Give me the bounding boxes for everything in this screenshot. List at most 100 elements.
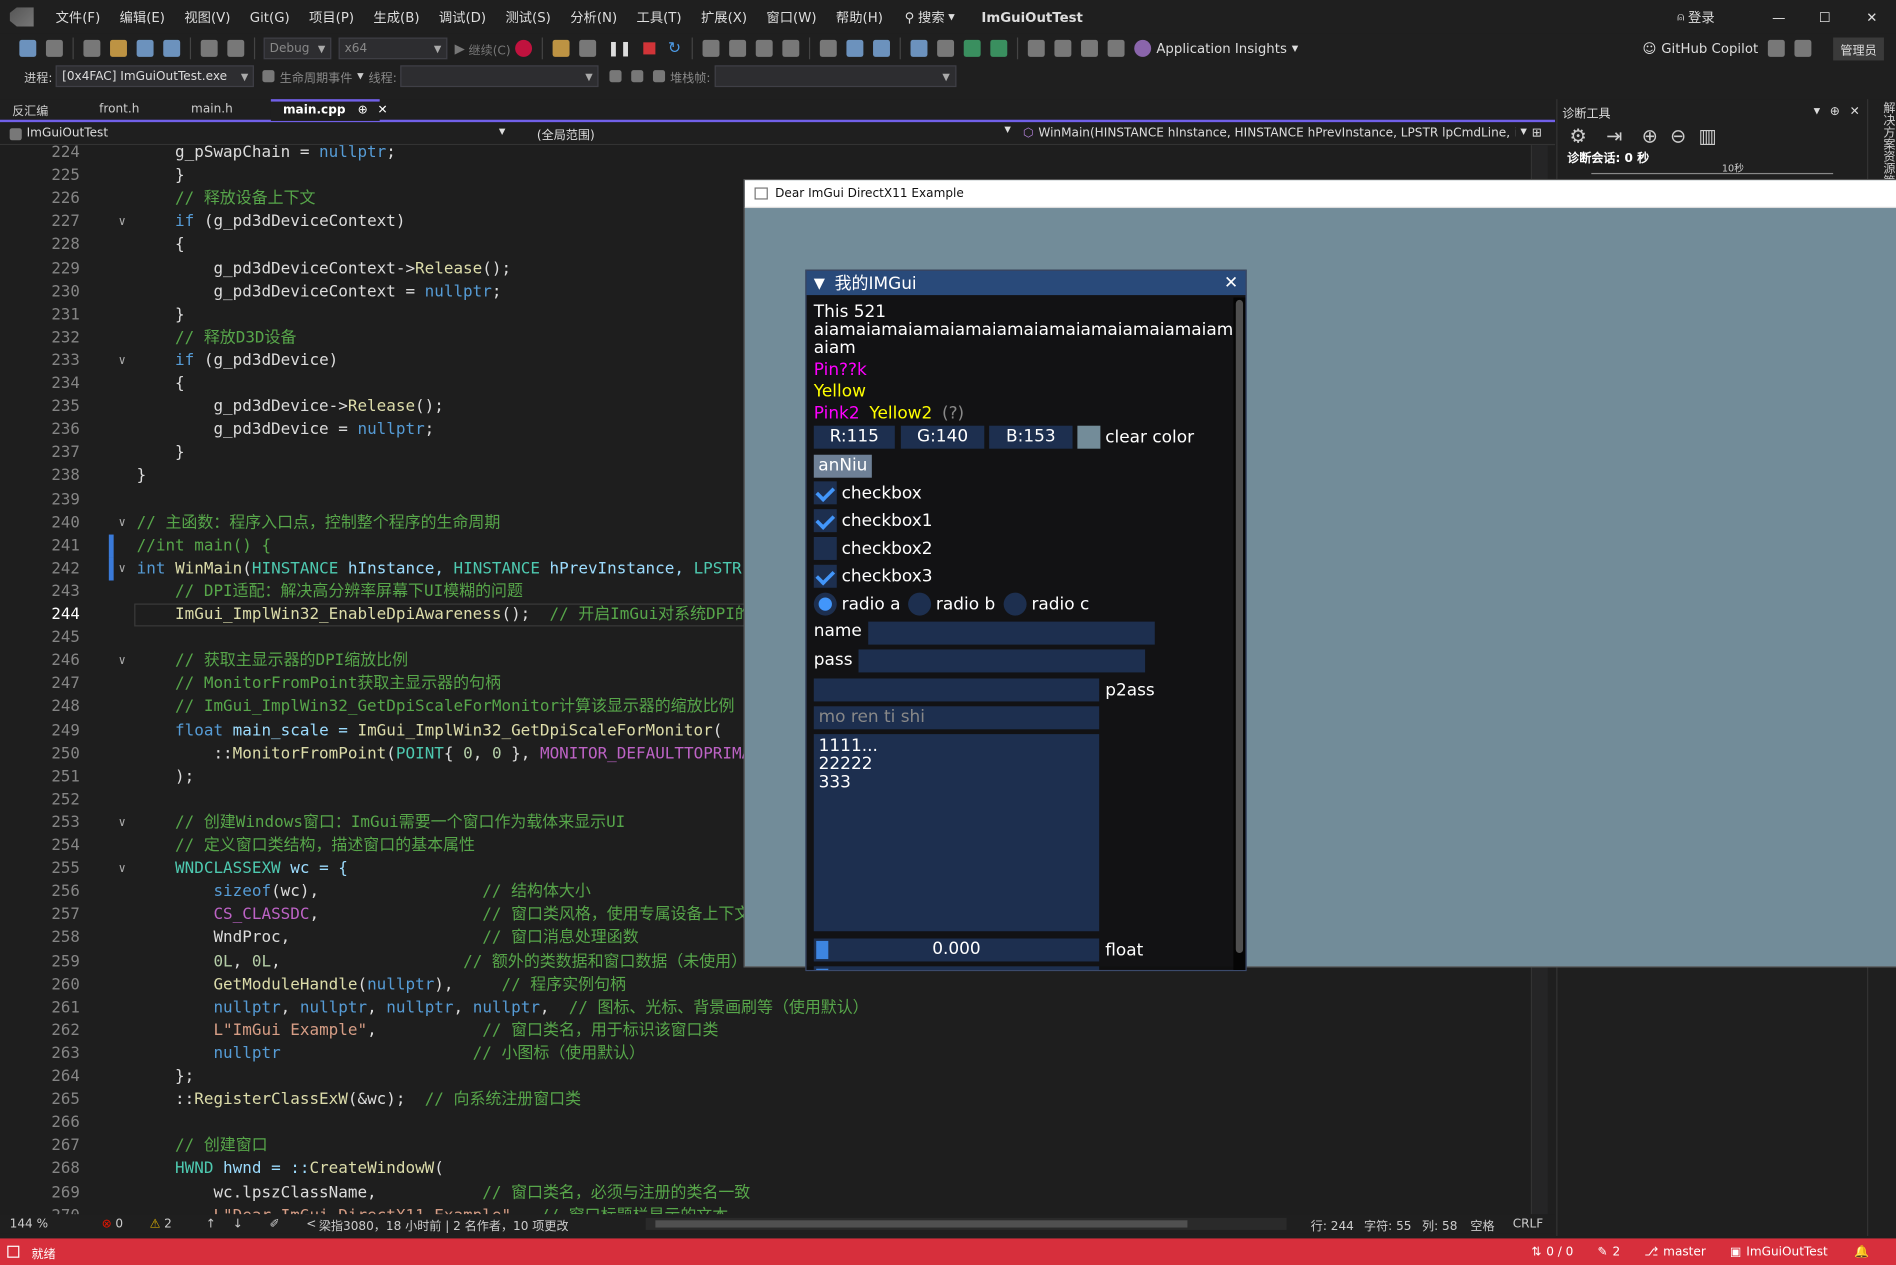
- platform-dropdown[interactable]: x64 ▼: [338, 37, 448, 60]
- function-dropdown[interactable]: WinMain(HINSTANCE hInstance, HINSTANCE h…: [1038, 127, 1527, 140]
- maximize-button[interactable]: ☐: [1802, 9, 1848, 25]
- scrollbar-grab[interactable]: [1235, 299, 1244, 954]
- save-icon[interactable]: [136, 39, 154, 57]
- menu-item[interactable]: 编辑(E): [110, 7, 175, 26]
- save-all-icon[interactable]: [163, 39, 181, 57]
- fold-toggle-icon[interactable]: ∨: [119, 211, 126, 234]
- menu-item[interactable]: 扩展(X): [691, 7, 756, 26]
- menu-item[interactable]: 生成(B): [364, 7, 429, 26]
- fold-toggle-icon[interactable]: ∨: [119, 511, 126, 534]
- step-into-icon[interactable]: [729, 39, 747, 57]
- p2ass-input[interactable]: [813, 678, 1100, 702]
- pin-icon[interactable]: ⊕: [1830, 105, 1840, 118]
- menu-item[interactable]: 分析(N): [561, 7, 627, 26]
- radio-button[interactable]: [1003, 592, 1027, 616]
- code-line[interactable]: 266: [0, 1112, 1536, 1135]
- zoom-in-icon[interactable]: ⊕: [1642, 124, 1658, 147]
- login-button[interactable]: 登录: [1688, 7, 1715, 26]
- gear-icon[interactable]: ⚙: [1570, 124, 1587, 147]
- zoom-out-icon[interactable]: ⊖: [1670, 124, 1686, 147]
- step-out-icon[interactable]: [782, 39, 800, 57]
- search-box[interactable]: ⚲ 搜索 ▼: [905, 7, 955, 26]
- menu-item[interactable]: 测试(S): [496, 7, 561, 26]
- forward-icon[interactable]: [45, 39, 63, 57]
- line-ending[interactable]: CRLF: [1513, 1217, 1544, 1230]
- imgui-window[interactable]: ▼ 我的IMGui ✕ This 521 aiamaiamaiamaiamaia…: [805, 269, 1247, 972]
- flag-icon[interactable]: [609, 70, 622, 83]
- stack-icon[interactable]: [653, 70, 666, 83]
- lifecycle-events-button[interactable]: 生命周期事件: [280, 67, 353, 85]
- tab-main-h[interactable]: main.h: [179, 99, 271, 121]
- browse-icon[interactable]: [552, 39, 570, 57]
- cleanup-icon[interactable]: ✐: [270, 1217, 280, 1230]
- code-line[interactable]: 264 };: [0, 1065, 1536, 1088]
- restart-icon[interactable]: ↻: [668, 39, 681, 57]
- fold-toggle-icon[interactable]: ∨: [119, 557, 126, 580]
- continue-button[interactable]: 继续(C): [469, 39, 511, 57]
- feedback-icon[interactable]: [1794, 39, 1812, 57]
- menu-item[interactable]: 工具(T): [627, 7, 691, 26]
- checkbox-box[interactable]: [813, 509, 837, 533]
- chevron-left-icon[interactable]: <: [306, 1217, 316, 1230]
- checkbox-box[interactable]: [813, 481, 837, 505]
- threads-icon[interactable]: [873, 39, 891, 57]
- clear-bookmark-icon[interactable]: [1107, 39, 1125, 57]
- radio-button[interactable]: [813, 592, 837, 616]
- imgui-scrollbar[interactable]: [1233, 297, 1246, 970]
- project-dropdown[interactable]: ImGuiOutTest ▼: [27, 127, 511, 140]
- menu-item[interactable]: 调试(D): [429, 7, 496, 26]
- code-line[interactable]: 260 GetModuleHandle(nullptr), // 程序实例句柄: [0, 973, 1536, 996]
- share-icon[interactable]: [1767, 39, 1785, 57]
- float-slider[interactable]: 0.000: [813, 938, 1100, 962]
- checkbox-label[interactable]: checkbox3: [842, 567, 933, 586]
- error-count[interactable]: 0: [115, 1217, 123, 1230]
- warning-count[interactable]: 2: [164, 1217, 172, 1230]
- multiline-input[interactable]: 1111... 22222 333: [813, 734, 1100, 932]
- tab-disassembly[interactable]: 反汇编: [0, 99, 87, 121]
- fold-toggle-icon[interactable]: ∨: [119, 811, 126, 834]
- code-line[interactable]: 269 wc.lpszClassName, // 窗口类名，必须与注册的类名一致: [0, 1181, 1536, 1204]
- down-arrow-icon[interactable]: ↓: [233, 1217, 243, 1230]
- code-line[interactable]: 224 g_pSwapChain = nullptr;: [0, 145, 1536, 164]
- code-line[interactable]: 265 ::RegisterClassExW(&wc); // 向系统注册窗口类: [0, 1089, 1536, 1112]
- prev-bookmark-icon[interactable]: [1054, 39, 1072, 57]
- step-icon[interactable]: [702, 39, 720, 57]
- pass-input[interactable]: [858, 649, 1146, 673]
- menu-item[interactable]: 项目(P): [299, 7, 363, 26]
- minimize-button[interactable]: —: [1756, 9, 1802, 25]
- code-line[interactable]: 268 HWND hwnd = ::CreateWindowW(: [0, 1158, 1536, 1181]
- whitespace-mode[interactable]: 空格: [1470, 1215, 1494, 1233]
- menu-item[interactable]: 视图(V): [175, 7, 240, 26]
- fold-toggle-icon[interactable]: ∨: [119, 858, 126, 881]
- close-icon[interactable]: ✕: [1850, 105, 1860, 118]
- checkbox-label[interactable]: checkbox2: [842, 539, 933, 558]
- close-icon[interactable]: ✕: [1224, 273, 1238, 292]
- code-line[interactable]: 261 nullptr, nullptr, nullptr, nullptr, …: [0, 996, 1536, 1019]
- redo-icon[interactable]: [227, 39, 245, 57]
- format-icon[interactable]: [937, 39, 955, 57]
- checkbox-box[interactable]: [813, 536, 837, 560]
- menu-item[interactable]: Git(G): [240, 9, 299, 25]
- pending-edits[interactable]: 2: [1613, 1245, 1621, 1258]
- code-line[interactable]: 262 L"ImGui Example", // 窗口类名，用于标识该窗口类: [0, 1019, 1536, 1042]
- color-g-field[interactable]: G:140: [900, 425, 985, 449]
- git-blame-info[interactable]: 梁指3080，18 小时前 | 2 名作者，10 项更改: [319, 1215, 569, 1233]
- export-icon[interactable]: ⇥: [1606, 124, 1622, 147]
- app-insights-button[interactable]: Application Insights: [1156, 41, 1287, 57]
- checkbox-label[interactable]: checkbox1: [842, 512, 933, 531]
- help-marker[interactable]: (?): [942, 404, 964, 423]
- breakpoint-icon[interactable]: [910, 39, 928, 57]
- radio-label[interactable]: radio b: [936, 595, 995, 614]
- scope-dropdown[interactable]: (全局范围) ▼: [510, 125, 1018, 143]
- hot-path-icon[interactable]: [846, 39, 864, 57]
- git-branch[interactable]: master: [1663, 1245, 1706, 1258]
- hint-input[interactable]: mo ren ti shi: [813, 706, 1100, 730]
- tab-front-h[interactable]: front.h: [87, 99, 179, 121]
- play-icon[interactable]: ▶: [455, 41, 465, 57]
- checkbox-label[interactable]: checkbox: [842, 484, 922, 503]
- pause-icon[interactable]: ❚❚: [607, 40, 631, 57]
- imgui-title-bar[interactable]: ▼ 我的IMGui ✕: [806, 270, 1246, 296]
- chevron-down-icon[interactable]: ▼: [1814, 106, 1821, 116]
- fold-toggle-icon[interactable]: ∨: [119, 349, 126, 372]
- close-icon[interactable]: ✕: [377, 104, 387, 117]
